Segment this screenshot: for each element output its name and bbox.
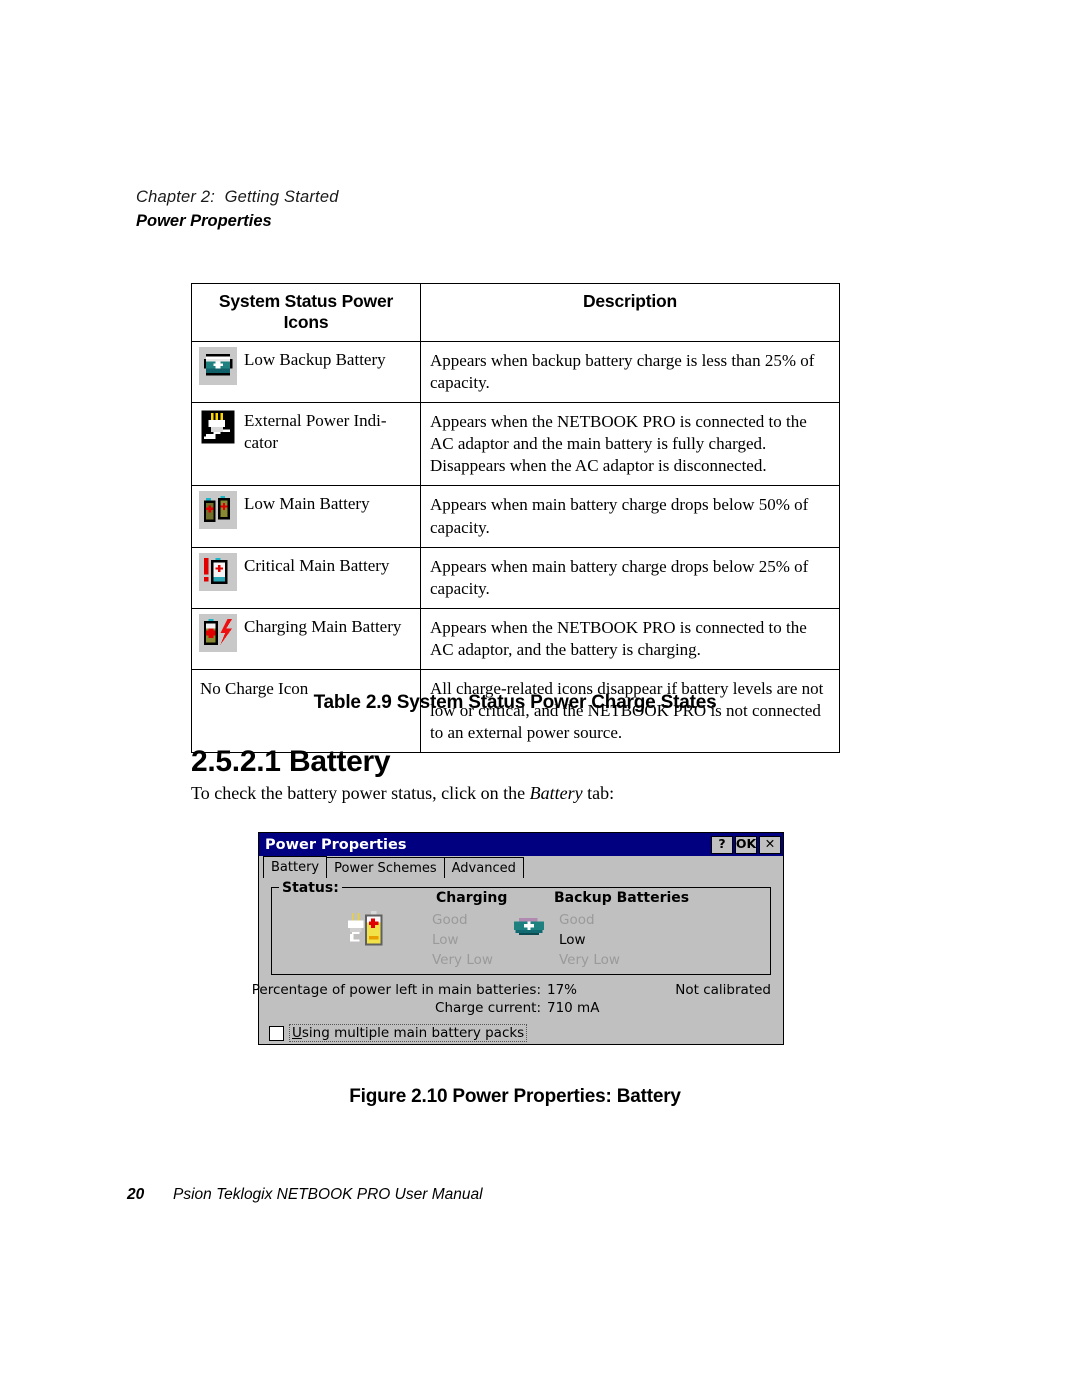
icon-cell: Charging Main Battery [191, 607, 421, 671]
body-paragraph: To check the battery power status, click… [191, 783, 851, 804]
table-row: External Power Indi- cator Appears when … [191, 402, 840, 487]
icon-label: Low Main Battery [244, 494, 370, 514]
charging-battery-plug-icon [347, 910, 383, 946]
icon-label: Critical Main Battery [244, 555, 390, 575]
figure-caption: Figure 2.10 Power Properties: Battery [349, 1086, 681, 1107]
icon-cell: Low Main Battery [191, 485, 421, 548]
percentage-value: 17% [547, 982, 578, 998]
section-heading: 2.5.2.1 Battery [191, 745, 391, 779]
icon-cell: External Power Indi- cator [191, 402, 421, 487]
label-rest: sing multiple main battery packs [301, 1025, 525, 1041]
backup-level-low: Low [559, 932, 586, 948]
description-text: Appears when main battery charge drops b… [430, 495, 809, 537]
close-button[interactable]: ✕ [759, 835, 781, 854]
critical-main-battery-icon [199, 552, 237, 591]
icon-cell: Low Backup Battery [191, 340, 421, 404]
charging-main-battery-icon [199, 613, 237, 652]
charging-level-low: Low [432, 932, 459, 948]
multiple-battery-packs-row[interactable]: Using multiple main battery packs [269, 1024, 528, 1042]
description-text: Appears when main battery charge drops b… [430, 556, 809, 598]
dialog-tabstrip: Battery Power Schemes Advanced [259, 856, 783, 878]
charge-current-label: Charge current: [435, 1000, 541, 1016]
icon-label: Charging Main Battery [244, 616, 402, 636]
low-backup-battery-icon [199, 347, 237, 385]
section-title: Battery [289, 745, 391, 778]
tab-battery[interactable]: Battery [263, 856, 328, 878]
charging-level-good: Good [432, 912, 468, 928]
system-status-power-table: System Status Power Icons Description Lo… [191, 283, 840, 754]
paragraph-emphasis: Battery [529, 783, 583, 803]
table-row: Low Backup Battery Appears when backup b… [191, 340, 840, 404]
battery-tab-panel: Status: Charging Backup Batteries Good L… [252, 878, 777, 1042]
description-cell: Appears when the NETBOOK PRO is connecte… [420, 402, 840, 487]
table-caption: Table 2.9 System Status Power Charge Sta… [313, 692, 717, 713]
running-head: Chapter 2: Getting Started Power Propert… [136, 188, 956, 231]
icon-label: Low Backup Battery [244, 350, 386, 369]
info-row: Charge current: 710 mA [271, 1000, 771, 1018]
backup-coin-battery-icon [514, 918, 544, 935]
dialog-titlebar[interactable]: Power Properties ? OK ✕ [259, 833, 783, 856]
help-button[interactable]: ? [711, 835, 733, 854]
charge-current-value: 710 mA [547, 1000, 600, 1016]
chapter-label: Chapter 2: Getting Started [136, 188, 339, 206]
description-cell: Appears when main battery charge drops b… [420, 546, 840, 609]
external-power-indicator-icon [201, 410, 235, 444]
backup-level-very-low: Very Low [559, 952, 620, 968]
table-row: Low Main Battery Appears when main batte… [191, 485, 840, 548]
backup-batteries-column-header: Backup Batteries [554, 890, 690, 906]
multiple-battery-packs-label: Using multiple main battery packs [289, 1024, 528, 1042]
description-cell: Appears when the NETBOOK PRO is connecte… [420, 607, 840, 671]
tab-advanced[interactable]: Advanced [443, 857, 524, 878]
table-header-row: System Status Power Icons Description [191, 283, 840, 342]
paragraph-text-after: tab: [582, 783, 615, 803]
column-header-description: Description [420, 283, 840, 342]
page-number: 20 [127, 1186, 145, 1203]
description-cell: Appears when backup battery charge is le… [420, 340, 840, 404]
description-cell: Appears when main battery charge drops b… [420, 485, 840, 548]
ok-button[interactable]: OK [735, 835, 757, 854]
accel-letter: U [292, 1025, 302, 1041]
icon-label: External Power Indi- cator [244, 411, 387, 452]
tab-power-schemes[interactable]: Power Schemes [326, 857, 445, 878]
calibration-status: Not calibrated [675, 982, 771, 998]
multiple-battery-packs-checkbox[interactable] [269, 1025, 284, 1041]
column-header-icons: System Status Power Icons [191, 283, 421, 342]
manual-title: Psion Teklogix NETBOOK PRO User Manual [173, 1186, 483, 1203]
description-text: Appears when backup battery charge is le… [430, 351, 815, 393]
charging-column-header: Charging [436, 890, 508, 906]
section-label: Power Properties [136, 212, 272, 230]
low-main-battery-icon [199, 491, 237, 530]
backup-level-good: Good [559, 912, 595, 928]
battery-info-rows: Percentage of power left in main batteri… [252, 982, 771, 1018]
section-number: 2.5.2.1 [191, 745, 281, 778]
description-text: Appears when the NETBOOK PRO is connecte… [430, 412, 807, 476]
icon-cell: Critical Main Battery [191, 546, 421, 609]
table-row: Charging Main Battery Appears when the N… [191, 607, 840, 671]
page-footer: 20 Psion Teklogix NETBOOK PRO User Manua… [127, 1186, 483, 1204]
charging-level-very-low: Very Low [432, 952, 493, 968]
description-text: Appears when the NETBOOK PRO is connecte… [430, 617, 807, 659]
power-properties-dialog: Power Properties ? OK ✕ Battery Power Sc… [252, 832, 784, 1045]
info-row: Percentage of power left in main batteri… [252, 982, 771, 1000]
percentage-label: Percentage of power left in main batteri… [251, 982, 541, 998]
status-grid: Charging Backup Batteries Good Low Very … [271, 884, 771, 976]
table-row: Critical Main Battery Appears when main … [191, 546, 840, 609]
dialog-title: Power Properties [265, 836, 407, 853]
paragraph-text-before: To check the battery power status, click… [191, 783, 530, 803]
